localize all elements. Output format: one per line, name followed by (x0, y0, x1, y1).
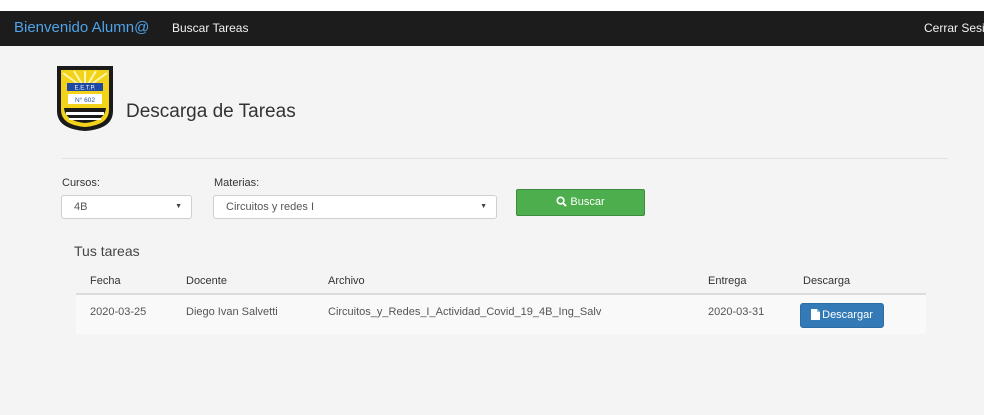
page-title: Descarga de Tareas (126, 100, 296, 122)
download-button[interactable]: Descargar (800, 303, 884, 328)
search-button-label: Buscar (570, 196, 605, 208)
materias-label: Materias: (214, 177, 260, 189)
tasks-section-title: Tus tareas (74, 243, 140, 259)
cell-archivo: Circuitos_y_Redes_I_Actividad_Covid_19_4… (328, 306, 602, 318)
cursos-select[interactable]: 4B ▼ (61, 195, 192, 219)
materias-select[interactable]: Circuitos y redes I ▼ (213, 195, 497, 219)
divider (62, 158, 948, 159)
navbar-brand[interactable]: Bienvenido Alumn@ (14, 19, 149, 36)
cursos-selected-value: 4B (74, 201, 88, 213)
column-header-descarga: Descarga (803, 275, 851, 287)
main-content: E.E.T.P. N° 602 Descarga de Tareas Curso… (0, 46, 984, 415)
materias-selected-value: Circuitos y redes I (226, 201, 315, 213)
file-icon (811, 309, 821, 320)
school-logo: E.E.T.P. N° 602 (54, 63, 116, 133)
search-button[interactable]: Buscar (516, 189, 645, 216)
column-header-entrega: Entrega (708, 275, 747, 287)
tasks-table: Fecha Docente Archivo Entrega Descarga 2… (76, 267, 926, 334)
svg-text:E.E.T.P.: E.E.T.P. (75, 86, 96, 92)
svg-text:N° 602: N° 602 (75, 96, 95, 104)
table-header: Fecha Docente Archivo Entrega Descarga (76, 267, 926, 295)
download-button-label: Descargar (822, 309, 873, 321)
search-icon (556, 196, 568, 207)
nav-link-buscar-tareas[interactable]: Buscar Tareas (172, 21, 248, 35)
column-header-archivo: Archivo (328, 275, 365, 287)
navbar: Bienvenido Alumn@ Buscar Tareas Cerrar S… (0, 11, 984, 46)
chevron-down-icon: ▼ (480, 203, 487, 210)
cell-docente: Diego Ivan Salvetti (186, 306, 278, 318)
column-header-docente: Docente (186, 275, 227, 287)
chevron-down-icon: ▼ (175, 203, 182, 210)
column-header-fecha: Fecha (90, 275, 121, 287)
cursos-label: Cursos: (62, 177, 100, 189)
cell-entrega: 2020-03-31 (708, 306, 765, 318)
table-row: 2020-03-25 Diego Ivan Salvetti Circuitos… (76, 295, 926, 334)
cell-fecha: 2020-03-25 (90, 306, 147, 318)
logout-link[interactable]: Cerrar Sesió (924, 21, 984, 35)
top-strip (0, 0, 984, 11)
